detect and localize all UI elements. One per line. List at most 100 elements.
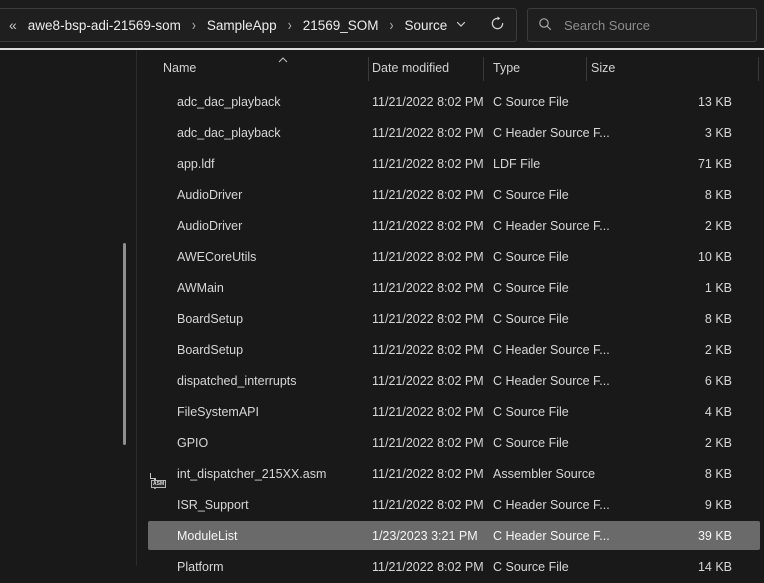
file-name: app.ldf [177,157,215,171]
file-date-modified: 11/21/2022 8:02 PM [372,405,484,419]
file-size: 2 KB [586,436,745,450]
column-header-date-modified[interactable]: Date modified [372,61,449,75]
file-name: GPIO [177,436,208,450]
column-header-name[interactable]: Name [163,61,196,75]
file-list: adc_dac_playback 11/21/2022 8:02 PM C So… [137,86,764,582]
file-size: 3 KB [586,126,745,140]
file-size: 71 KB [586,157,745,171]
file-type: C Source File [493,312,569,326]
nav-pane-scrollbar[interactable] [123,243,126,445]
file-row[interactable]: BoardSetup 11/21/2022 8:02 PM C Source F… [137,303,764,334]
file-row[interactable]: int_dispatcher_215XX.asm 11/21/2022 8:02… [137,458,764,489]
file-date-modified: 11/21/2022 8:02 PM [372,343,484,357]
refresh-icon [490,16,505,34]
file-row[interactable]: AudioDriver 11/21/2022 8:02 PM C Header … [137,210,764,241]
file-row[interactable]: ISR_Support 11/21/2022 8:02 PM C Header … [137,489,764,520]
file-row[interactable]: BoardSetup 11/21/2022 8:02 PM C Header S… [137,334,764,365]
file-name: dispatched_interrupts [177,374,297,388]
file-date-modified: 1/23/2023 3:21 PM [372,529,478,543]
file-size: 1 KB [586,281,745,295]
file-row[interactable]: adc_dac_playback 11/21/2022 8:02 PM C He… [137,117,764,148]
file-size: 10 KB [586,250,745,264]
file-name: BoardSetup [177,343,243,357]
file-name: AWMain [177,281,224,295]
breadcrumb-item-source[interactable]: Source [403,16,450,35]
file-row[interactable]: adc_dac_playback 11/21/2022 8:02 PM C So… [137,86,764,117]
address-bar[interactable]: « awe8-bsp-adi-21569-som › SampleApp › 2… [0,8,517,42]
file-date-modified: 11/21/2022 8:02 PM [372,281,484,295]
file-type: C Source File [493,281,569,295]
search-box[interactable] [527,8,757,42]
file-name: FileSystemAPI [177,405,259,419]
file-name: BoardSetup [177,312,243,326]
file-name: AudioDriver [177,188,242,202]
file-row[interactable]: Platform 11/21/2022 8:02 PM C Source Fil… [137,551,764,582]
file-type: Assembler Source [493,467,595,481]
file-date-modified: 11/21/2022 8:02 PM [372,312,484,326]
file-date-modified: 11/21/2022 8:02 PM [372,157,484,171]
toolbar: « awe8-bsp-adi-21569-som › SampleApp › 2… [0,0,764,48]
file-date-modified: 11/21/2022 8:02 PM [372,374,484,388]
file-name: AudioDriver [177,219,242,233]
file-size: 8 KB [586,312,745,326]
file-size: 4 KB [586,405,745,419]
column-headers: Name Date modified Type Size [137,50,764,86]
file-size: 9 KB [586,498,745,512]
file-row[interactable]: dispatched_interrupts 11/21/2022 8:02 PM… [137,365,764,396]
address-dropdown-button[interactable] [450,14,472,36]
navigation-pane [0,50,136,566]
file-type: LDF File [493,157,540,171]
file-row[interactable]: AWMain 11/21/2022 8:02 PM C Source File … [137,272,764,303]
sort-ascending-icon [278,52,288,58]
file-date-modified: 11/21/2022 8:02 PM [372,219,484,233]
file-row[interactable]: FileSystemAPI 11/21/2022 8:02 PM C Sourc… [137,396,764,427]
file-name: adc_dac_playback [177,95,281,109]
file-name: int_dispatcher_215XX.asm [177,467,326,481]
file-size: 8 KB [586,188,745,202]
breadcrumb-separator-icon: › [288,16,292,34]
file-row[interactable]: AudioDriver 11/21/2022 8:02 PM C Source … [137,179,764,210]
breadcrumb-item-sampleapp[interactable]: SampleApp [205,16,279,35]
file-date-modified: 11/21/2022 8:02 PM [372,436,484,450]
column-divider[interactable] [586,57,587,81]
search-icon [538,17,552,34]
breadcrumb-separator-icon: › [390,16,394,34]
file-size: 2 KB [586,343,745,357]
column-header-size[interactable]: Size [591,61,615,75]
file-date-modified: 11/21/2022 8:02 PM [372,188,484,202]
file-date-modified: 11/21/2022 8:02 PM [372,467,484,481]
file-type: C Source File [493,436,569,450]
file-size: 2 KB [586,219,745,233]
file-row[interactable]: app.ldf 11/21/2022 8:02 PM LDF File 71 K… [137,148,764,179]
column-header-type[interactable]: Type [493,61,520,75]
file-date-modified: 11/21/2022 8:02 PM [372,250,484,264]
breadcrumb-overflow-icon[interactable]: « [9,17,16,33]
search-input[interactable] [562,17,746,34]
file-row[interactable]: GPIO 11/21/2022 8:02 PM C Source File 2 … [137,427,764,458]
column-divider[interactable] [758,57,759,81]
file-type: C Source File [493,95,569,109]
asm-file-icon [154,473,156,489]
column-divider[interactable] [368,57,369,81]
file-date-modified: 11/21/2022 8:02 PM [372,95,484,109]
file-name: AWECoreUtils [177,250,256,264]
file-row[interactable]: AWECoreUtils 11/21/2022 8:02 PM C Source… [137,241,764,272]
file-type: C Source File [493,188,569,202]
file-type: C Source File [493,250,569,264]
file-type: C Source File [493,560,569,574]
file-row[interactable]: ModuleList 1/23/2023 3:21 PM C Header So… [137,520,764,551]
breadcrumb-item-21569som[interactable]: 21569_SOM [301,16,381,35]
file-size: 6 KB [586,374,745,388]
refresh-button[interactable] [486,14,508,36]
breadcrumb-item-root[interactable]: awe8-bsp-adi-21569-som [26,16,183,35]
file-size: 39 KB [586,529,745,543]
column-divider[interactable] [483,57,484,81]
file-type: C Source File [493,405,569,419]
file-size: 13 KB [586,95,745,109]
file-date-modified: 11/21/2022 8:02 PM [372,498,484,512]
breadcrumb-separator-icon: › [192,16,196,34]
file-name: adc_dac_playback [177,126,281,140]
file-list-area: Name Date modified Type Size adc_dac_pla… [137,50,764,566]
file-date-modified: 11/21/2022 8:02 PM [372,126,484,140]
file-name: ISR_Support [177,498,249,512]
